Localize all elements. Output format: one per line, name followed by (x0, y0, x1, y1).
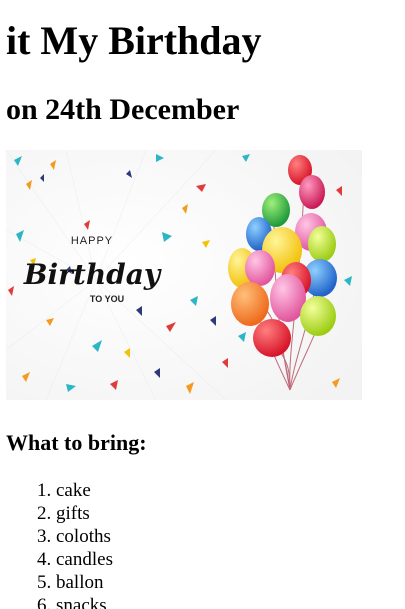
what-to-bring-heading: What to bring: (6, 430, 147, 455)
card-text-happy: HAPPY (71, 235, 113, 247)
list-item: ballon (56, 571, 113, 594)
birthday-card-illustration: HAPPY Birthday TO YOU (6, 150, 362, 400)
bring-list: cake gifts coloths candles ballon snacks (6, 479, 113, 609)
card-text-to-you: TO YOU (90, 294, 124, 304)
page-title: it My Birthday (6, 18, 262, 63)
list-item: cake (56, 479, 113, 502)
birthday-image: HAPPY Birthday TO YOU (6, 150, 362, 400)
list-item: snacks (56, 594, 113, 609)
list-item: candles (56, 548, 113, 571)
card-text-birthday: Birthday (23, 258, 162, 291)
list-item: coloths (56, 525, 113, 548)
date-heading: on 24th December (6, 93, 240, 126)
list-item: gifts (56, 502, 113, 525)
